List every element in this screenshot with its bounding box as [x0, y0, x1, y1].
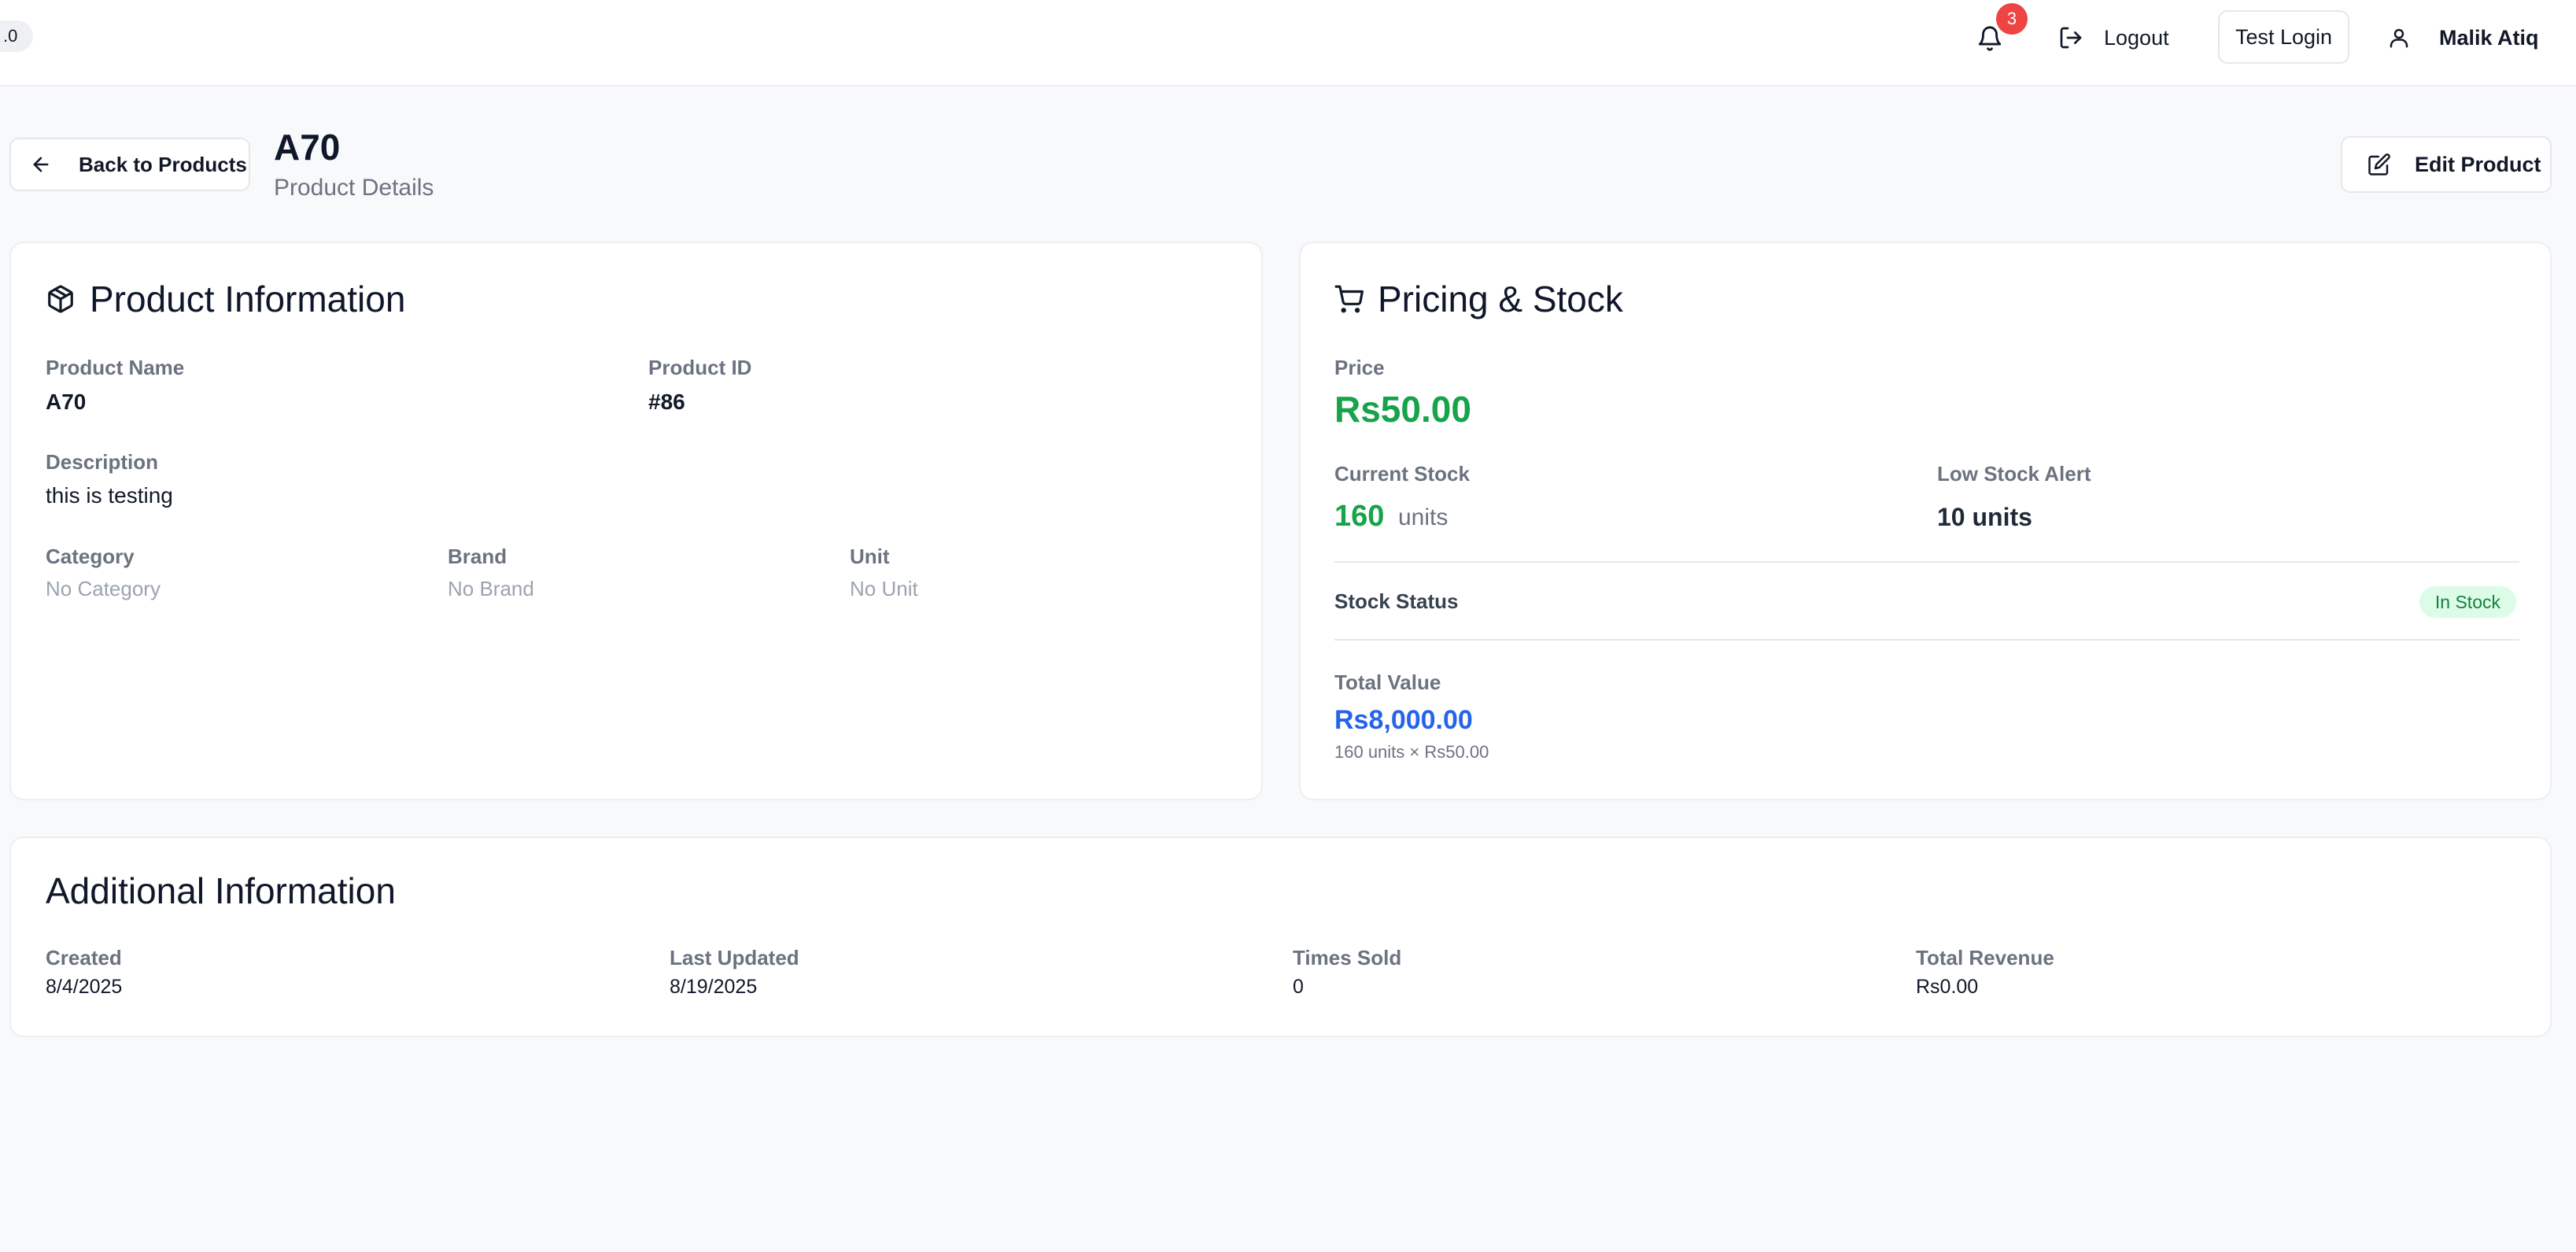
- pricing-stock-card: Pricing & Stock Price Rs50.00 Current St…: [1299, 242, 2552, 800]
- package-icon: [48, 285, 73, 313]
- edit-icon: [2368, 153, 2390, 175]
- brand-label: Brand: [448, 545, 507, 568]
- logout-icon: [2060, 27, 2082, 49]
- total-value-label: Total Value: [1334, 670, 1441, 694]
- total-value-calculation: 160 units × Rs50.00: [1334, 742, 1489, 762]
- price-label: Price: [1334, 356, 1385, 379]
- user-icon: [2390, 28, 2408, 48]
- page-subtitle: Product Details: [274, 175, 434, 201]
- current-stock-value: 160: [1334, 500, 1385, 533]
- total-value: Rs8,000.00: [1334, 705, 1473, 735]
- last-updated-label: Last Updated: [670, 946, 799, 969]
- edit-product-button[interactable]: Edit Product: [2341, 136, 2552, 193]
- test-login-button[interactable]: Test Login: [2218, 10, 2349, 64]
- additional-information-card: Additional Information Created 8/4/2025 …: [9, 837, 2552, 1037]
- back-label: Back to Products: [79, 152, 247, 176]
- stock-status-label: Stock Status: [1334, 589, 1459, 613]
- category-label: Category: [46, 545, 135, 568]
- divider: [1334, 639, 2519, 641]
- page-title: A70: [274, 127, 341, 168]
- last-updated-value: 8/19/2025: [670, 976, 758, 998]
- cart-icon: [1334, 285, 1364, 313]
- logout-label: Logout: [2104, 25, 2169, 50]
- edit-label: Edit Product: [2415, 152, 2541, 176]
- current-stock-unit: units: [1398, 504, 1449, 530]
- brand-value: No Brand: [448, 577, 534, 600]
- user-name: Malik Atiq: [2439, 25, 2539, 50]
- total-revenue-label: Total Revenue: [1916, 946, 2054, 969]
- current-stock-label: Current Stock: [1334, 462, 1470, 486]
- low-stock-alert-value: 10 units: [1937, 503, 2032, 531]
- product-information-heading: Product Information: [90, 279, 406, 319]
- top-header: .0 3 Logout Test Login Malik Atiq: [0, 0, 2576, 87]
- unit-value: No Unit: [850, 577, 918, 600]
- product-information-title: Product Information: [46, 278, 405, 320]
- pricing-stock-heading: Pricing & Stock: [1378, 279, 1623, 319]
- category-value: No Category: [46, 577, 161, 600]
- logout-button[interactable]: Logout: [2058, 19, 2169, 57]
- created-label: Created: [46, 946, 122, 969]
- back-to-products-button[interactable]: Back to Products: [9, 138, 250, 191]
- times-sold-value: 0: [1293, 976, 1304, 998]
- product-id-label: Product ID: [648, 356, 752, 379]
- divider: [1334, 561, 2519, 563]
- description-label: Description: [46, 450, 159, 474]
- total-revenue-value: Rs0.00: [1916, 976, 1979, 998]
- product-name-label: Product Name: [46, 356, 185, 379]
- unit-label: Unit: [850, 545, 890, 568]
- product-information-card: Product Information Product Name A70 Pro…: [9, 242, 1263, 800]
- pricing-stock-title: Pricing & Stock: [1334, 278, 1623, 320]
- created-value: 8/4/2025: [46, 976, 123, 998]
- additional-information-title: Additional Information: [46, 870, 396, 911]
- product-id-value: #86: [648, 390, 685, 414]
- version-badge: .0: [0, 20, 34, 52]
- description-value: this is testing: [46, 483, 173, 508]
- notification-count-badge: 3: [1996, 3, 2028, 35]
- low-stock-alert-label: Low Stock Alert: [1937, 462, 2091, 486]
- price-value: Rs50.00: [1334, 389, 1471, 430]
- arrow-left-icon: [33, 157, 49, 172]
- stock-status-badge: In Stock: [2419, 586, 2516, 618]
- times-sold-label: Times Sold: [1293, 946, 1402, 969]
- user-menu-button[interactable]: Malik Atiq: [2387, 19, 2539, 57]
- product-name-value: A70: [46, 390, 87, 414]
